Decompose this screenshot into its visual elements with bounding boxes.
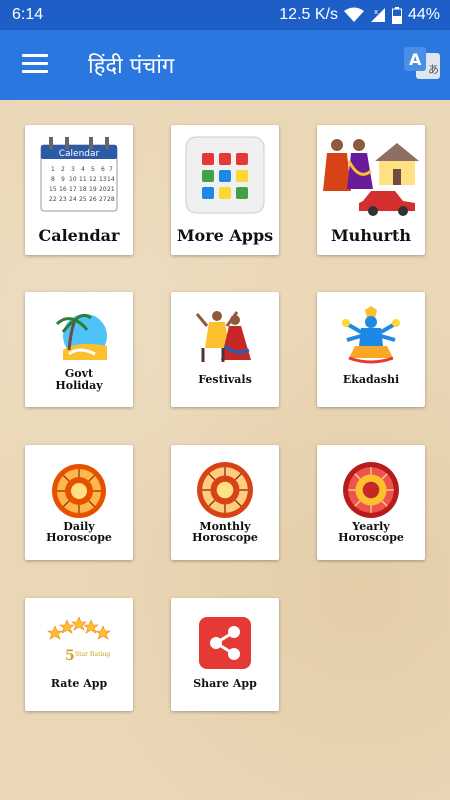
tile-festivals[interactable]: Festivals bbox=[171, 292, 279, 407]
svg-text:7: 7 bbox=[109, 166, 113, 173]
tile-rate-app[interactable]: 5 Star Rating Rate App bbox=[25, 598, 133, 711]
battery-level: 44% bbox=[407, 6, 440, 23]
svg-text:17: 17 bbox=[69, 186, 77, 193]
rating-icon-area: 5 Star Rating bbox=[25, 616, 133, 670]
zodiac-wheel-icon bbox=[197, 462, 253, 518]
svg-text:2: 2 bbox=[61, 166, 65, 173]
calendar-icon: Calendar 1234567 8 9 10 11 12 13 14 15 16 17 18 19… bbox=[40, 137, 118, 212]
tile-label: Muhurth bbox=[330, 226, 412, 245]
tile-label: Ekadashi bbox=[342, 373, 400, 386]
svg-text:28: 28 bbox=[107, 196, 115, 203]
calendar-icon-area: Calendar 1234567 8 9 10 11 12 13 14 15 16 17 18 19… bbox=[25, 135, 133, 215]
tile-daily-horoscope[interactable]: Daily Horoscope bbox=[25, 445, 133, 560]
svg-text:x: x bbox=[374, 8, 378, 16]
svg-text:27: 27 bbox=[99, 196, 107, 203]
signal-icon: x bbox=[370, 8, 385, 22]
deity-icon-area bbox=[317, 306, 425, 366]
status-bar: 6:14 12.5 K/s x 44% bbox=[0, 0, 450, 30]
share-icon bbox=[199, 617, 251, 669]
tile-share-app[interactable]: Share App bbox=[171, 598, 279, 711]
muhurth-icon-area bbox=[317, 131, 425, 221]
svg-text:11: 11 bbox=[79, 176, 87, 183]
svg-text:19: 19 bbox=[89, 186, 97, 193]
svg-text:あ: あ bbox=[428, 63, 439, 76]
svg-text:5: 5 bbox=[91, 166, 95, 173]
tile-muhurth[interactable]: Muhurth bbox=[317, 125, 425, 255]
svg-text:9: 9 bbox=[61, 176, 65, 183]
tile-ekadashi[interactable]: Ekadashi bbox=[317, 292, 425, 407]
svg-text:18: 18 bbox=[79, 186, 87, 193]
wifi-icon bbox=[343, 7, 364, 22]
festival-icon-area bbox=[171, 306, 279, 366]
svg-text:22: 22 bbox=[49, 196, 57, 203]
tile-govt-holiday[interactable]: Govt Holiday bbox=[25, 292, 133, 407]
tile-calendar[interactable]: Calendar 1234567 8 9 10 11 12 13 14 15 16 17 18 19… bbox=[25, 125, 133, 255]
tile-label-line2: Horoscope bbox=[192, 531, 258, 544]
tile-label: Share App bbox=[193, 677, 257, 690]
svg-text:23: 23 bbox=[59, 196, 67, 203]
apps-grid-icon bbox=[185, 136, 265, 214]
beach-icon-area bbox=[25, 310, 133, 362]
translate-icon: A あ bbox=[404, 47, 440, 79]
five-star-rating-icon: 5 Star Rating bbox=[47, 616, 111, 664]
svg-text:21: 21 bbox=[107, 186, 115, 193]
tile-yearly-horoscope[interactable]: Yearly Horoscope bbox=[317, 445, 425, 560]
svg-text:16: 16 bbox=[59, 186, 67, 193]
zodiac-icon-area bbox=[171, 461, 279, 519]
app-title: हिंदी पंचांग bbox=[88, 54, 175, 79]
zodiac-wheel-icon bbox=[52, 464, 106, 518]
svg-text:15: 15 bbox=[49, 186, 57, 193]
svg-text:6: 6 bbox=[101, 166, 105, 173]
svg-text:10: 10 bbox=[69, 176, 77, 183]
battery-icon bbox=[391, 6, 402, 24]
tile-label: More Apps bbox=[176, 226, 274, 245]
zodiac-icon-area bbox=[317, 461, 425, 519]
tile-label-line2: Horoscope bbox=[338, 531, 404, 544]
svg-text:24: 24 bbox=[69, 196, 77, 203]
rating-text: Star Rating bbox=[75, 651, 110, 658]
share-icon-area bbox=[171, 616, 279, 670]
beach-icon bbox=[55, 313, 107, 360]
app-bar: हिंदी पंचांग A あ bbox=[0, 30, 450, 100]
tile-more-apps[interactable]: More Apps bbox=[171, 125, 279, 255]
tile-monthly-horoscope[interactable]: Monthly Horoscope bbox=[171, 445, 279, 560]
status-time: 6:14 bbox=[12, 6, 44, 23]
apps-icon-area bbox=[171, 133, 279, 217]
rating-number: 5 bbox=[65, 648, 75, 664]
muhurth-icon bbox=[323, 139, 419, 216]
menu-icon-line bbox=[22, 62, 48, 65]
zodiac-wheel-icon bbox=[343, 462, 399, 518]
tile-label-line2: Horoscope bbox=[46, 531, 112, 544]
menu-button[interactable] bbox=[22, 54, 48, 74]
svg-text:13: 13 bbox=[99, 176, 107, 183]
tile-label-line2: Holiday bbox=[55, 379, 103, 392]
festival-dance-icon bbox=[195, 311, 251, 362]
deity-icon bbox=[342, 306, 400, 364]
calendar-header-text: Calendar bbox=[59, 149, 100, 159]
network-speed: 12.5 K/s bbox=[279, 6, 338, 23]
svg-text:1: 1 bbox=[51, 166, 55, 173]
svg-text:3: 3 bbox=[71, 166, 75, 173]
menu-icon-line bbox=[22, 54, 48, 57]
tile-label: Rate App bbox=[50, 677, 108, 690]
svg-text:14: 14 bbox=[107, 176, 115, 183]
svg-text:A: A bbox=[409, 50, 422, 69]
svg-text:4: 4 bbox=[81, 166, 85, 173]
menu-icon-line bbox=[22, 70, 48, 73]
svg-text:25: 25 bbox=[79, 196, 87, 203]
tile-label-line1: Govt bbox=[64, 367, 94, 380]
status-right: 12.5 K/s x 44% bbox=[279, 6, 440, 24]
tile-label: Festivals bbox=[198, 373, 252, 386]
svg-text:8: 8 bbox=[51, 176, 55, 183]
svg-text:20: 20 bbox=[99, 186, 107, 193]
svg-text:12: 12 bbox=[89, 176, 97, 183]
translate-button[interactable]: A あ bbox=[402, 43, 442, 83]
svg-text:26: 26 bbox=[89, 196, 97, 203]
tile-label: Calendar bbox=[38, 226, 120, 245]
zodiac-icon-area bbox=[25, 463, 133, 519]
